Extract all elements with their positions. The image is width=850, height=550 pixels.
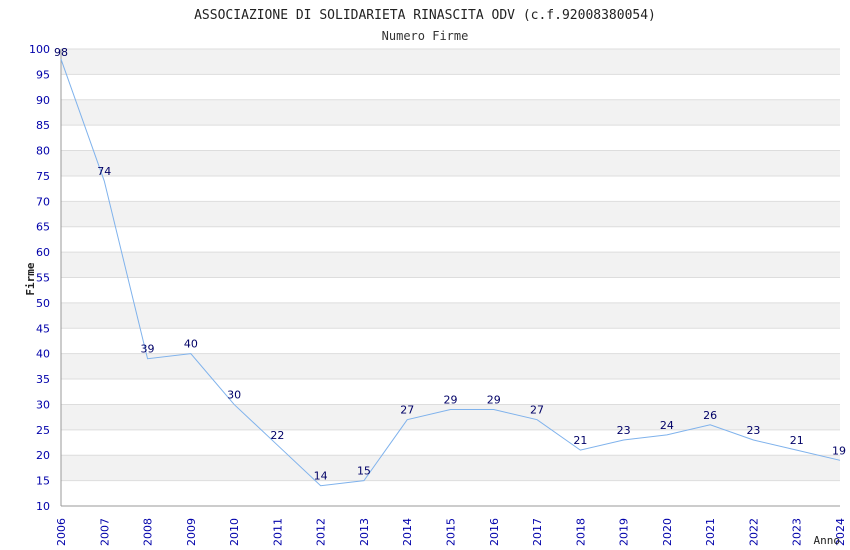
x-tick-label: 2008 xyxy=(142,518,155,546)
x-tick-label: 2020 xyxy=(661,518,674,546)
x-tick-label: 2015 xyxy=(445,518,458,546)
grid-band xyxy=(61,99,840,126)
y-tick-label: 50 xyxy=(36,297,50,310)
x-tick-label: 2010 xyxy=(228,518,241,546)
y-tick-label: 15 xyxy=(36,475,50,488)
grid-band xyxy=(61,252,840,278)
x-tick-label: 2013 xyxy=(358,518,371,546)
data-label: 14 xyxy=(314,470,328,483)
data-label: 29 xyxy=(444,394,458,407)
data-label: 74 xyxy=(97,165,111,178)
y-tick-label: 55 xyxy=(36,272,50,285)
chart-title: ASSOCIAZIONE DI SOLIDARIETA RINASCITA OD… xyxy=(194,8,656,23)
x-tick-label: 2023 xyxy=(791,518,804,546)
y-tick-label: 65 xyxy=(36,221,50,234)
grid-band xyxy=(61,49,840,75)
x-tick-label: 2016 xyxy=(488,518,501,546)
x-tick-label: 2007 xyxy=(98,518,111,546)
line-chart: 101520253035404550556065707580859095100 … xyxy=(24,8,847,547)
x-tick-label: 2012 xyxy=(315,518,328,546)
data-label: 26 xyxy=(703,409,717,422)
grid-band xyxy=(61,201,840,227)
data-label: 27 xyxy=(400,404,414,417)
data-label: 15 xyxy=(357,465,371,478)
grid-band xyxy=(61,353,840,380)
x-tick-label: 2021 xyxy=(704,518,717,546)
data-label: 27 xyxy=(530,404,544,417)
x-tick-label: 2019 xyxy=(618,518,631,546)
x-tick-label: 2017 xyxy=(531,518,544,546)
grid-band xyxy=(61,150,840,176)
data-label: 30 xyxy=(227,388,241,401)
y-tick-label: 90 xyxy=(36,94,50,107)
x-tick-label: 2006 xyxy=(55,518,68,546)
x-tick-labels: 2006 2007 2008 2009 2010 2011 2012 2013 2014 2015… xyxy=(55,518,847,546)
y-tick-label: 30 xyxy=(36,398,50,411)
data-label: 40 xyxy=(184,338,198,351)
y-tick-label: 10 xyxy=(36,500,50,513)
y-tick-label: 100 xyxy=(29,43,50,56)
x-tick-label: 2018 xyxy=(574,518,587,546)
data-label: 39 xyxy=(141,343,155,356)
y-tick-label: 60 xyxy=(36,246,50,259)
y-tick-label: 20 xyxy=(36,449,50,462)
x-tick-label: 2009 xyxy=(185,518,198,546)
grid-bands xyxy=(61,49,840,481)
y-tick-label: 75 xyxy=(36,170,50,183)
y-tick-label: 35 xyxy=(36,373,50,386)
x-axis-label: Anno xyxy=(814,534,841,547)
data-label: 29 xyxy=(487,394,501,407)
x-tick-label: 2011 xyxy=(271,518,284,546)
y-tick-label: 80 xyxy=(36,145,50,158)
y-tick-label: 40 xyxy=(36,348,50,361)
y-tick-label: 45 xyxy=(36,322,50,335)
grid-band xyxy=(61,404,840,430)
data-label: 21 xyxy=(790,434,804,447)
y-tick-label: 85 xyxy=(36,119,50,132)
grid-band xyxy=(61,302,840,329)
x-tick-label: 2022 xyxy=(747,518,760,546)
data-label: 22 xyxy=(270,429,284,442)
data-label: 21 xyxy=(573,434,587,447)
y-tick-label: 25 xyxy=(36,424,50,437)
data-label: 98 xyxy=(54,46,68,59)
data-label: 24 xyxy=(660,419,674,432)
x-tick-label: 2014 xyxy=(401,518,414,546)
data-label: 19 xyxy=(832,444,846,457)
y-tick-label: 95 xyxy=(36,68,50,81)
data-label: 23 xyxy=(746,424,760,437)
chart-subtitle: Numero Firme xyxy=(382,29,469,43)
grid-band xyxy=(61,455,840,481)
y-axis-label: Firme xyxy=(24,262,37,295)
data-label: 23 xyxy=(617,424,631,437)
y-tick-label: 70 xyxy=(36,195,50,208)
